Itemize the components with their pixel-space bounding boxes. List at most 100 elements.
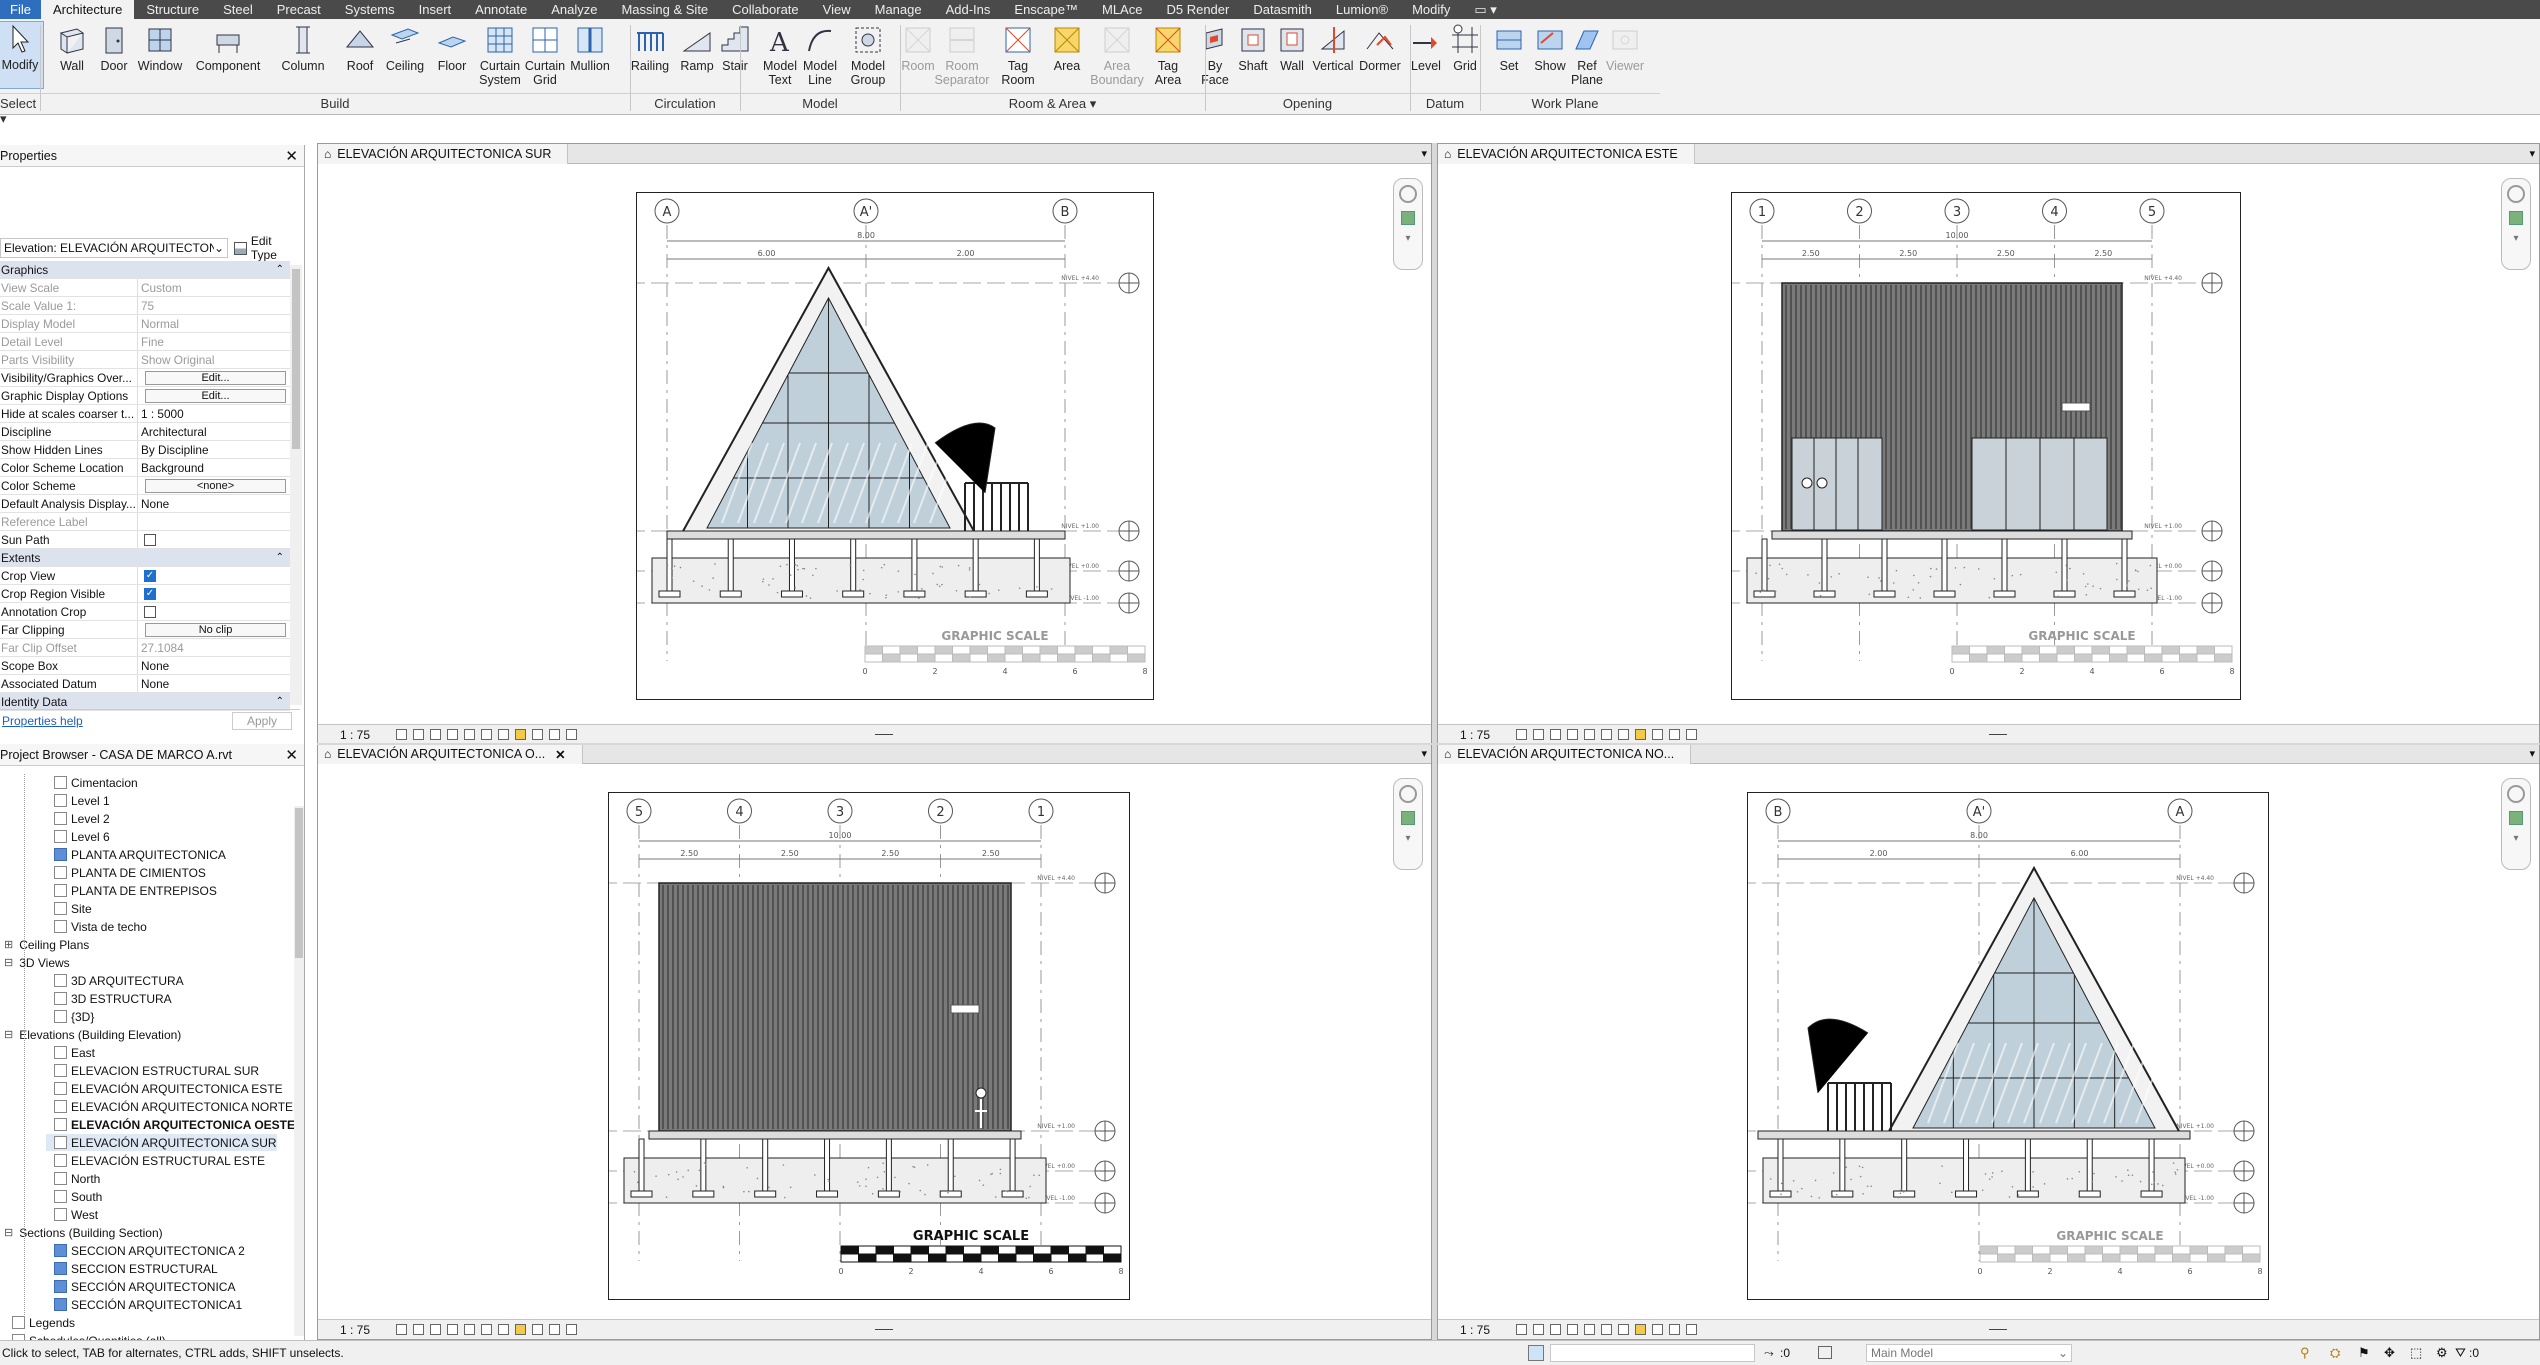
properties-scrollbar[interactable]: [290, 265, 302, 705]
property-value[interactable]: 1 : 5000: [138, 405, 290, 422]
browser-category[interactable]: ⊟ 3D Views: [4, 954, 70, 971]
menu-tab-14[interactable]: Enscape™: [1002, 0, 1090, 19]
property-edit-button[interactable]: <none>: [145, 479, 286, 493]
crop-region-icon[interactable]: [498, 1324, 509, 1335]
shadows-icon[interactable]: [1567, 1324, 1578, 1335]
property-value[interactable]: Edit...: [138, 387, 290, 404]
browser-category[interactable]: Legends: [4, 1314, 75, 1331]
view-tab[interactable]: ⌂ ELEVACIÓN ARQUITECTONICA O... ✕: [318, 744, 583, 764]
menu-tab-4[interactable]: Precast: [265, 0, 333, 19]
ribbon-vertical-button[interactable]: Vertical: [1309, 23, 1357, 73]
menu-tab-16[interactable]: D5 Render: [1154, 0, 1241, 19]
browser-item[interactable]: SECCIÓN ARQUITECTONICA1: [46, 1296, 242, 1313]
highlight-icon[interactable]: [1686, 729, 1697, 740]
browser-item[interactable]: South: [46, 1188, 102, 1205]
property-edit-button[interactable]: Edit...: [145, 371, 286, 385]
property-edit-button[interactable]: Edit...: [145, 389, 286, 403]
close-icon[interactable]: ✕: [555, 747, 565, 762]
sun-path-icon[interactable]: [430, 729, 441, 740]
browser-item[interactable]: North: [46, 1170, 100, 1187]
select-links-icon[interactable]: ⚲: [2300, 1345, 2310, 1361]
browser-category[interactable]: ⊟ Elevations (Building Elevation): [4, 1026, 181, 1043]
menu-tab-20[interactable]: ▭ ▾: [1462, 0, 1508, 19]
menu-tab-1[interactable]: Architecture: [41, 0, 134, 19]
viewport-elevation-norte[interactable]: ⌂ ELEVACIÓN ARQUITECTONICA NO... ▾ 1 : 75 ▾ B…: [1437, 743, 2540, 1340]
design-option-select[interactable]: Main Model ⌄: [1866, 1344, 2072, 1362]
reveal-hidden-icon[interactable]: [532, 729, 543, 740]
browser-item[interactable]: {3D}: [46, 1008, 94, 1025]
steering-wheel-icon[interactable]: [2507, 185, 2525, 203]
render-icon[interactable]: [464, 729, 475, 740]
temporary-hide-icon[interactable]: [515, 729, 526, 740]
properties-section-extents[interactable]: Extents ⌃: [0, 549, 290, 567]
menu-tab-2[interactable]: Structure: [134, 0, 211, 19]
browser-item[interactable]: Cimentacion: [46, 774, 138, 791]
property-value[interactable]: 75: [138, 297, 290, 314]
menu-tab-13[interactable]: Add-Ins: [934, 0, 1003, 19]
ribbon-model-group-button[interactable]: Model Group: [844, 23, 892, 87]
ribbon-grid-button[interactable]: Grid: [1441, 23, 1489, 73]
visual-style-icon[interactable]: [413, 1324, 424, 1335]
zoom-icon[interactable]: [2509, 211, 2523, 225]
ribbon-component-button[interactable]: Component: [204, 23, 252, 73]
ribbon-floor-button[interactable]: Floor: [428, 23, 476, 73]
nav-menu-icon[interactable]: ▾: [1394, 833, 1422, 844]
select-underlay-icon[interactable]: ⛭: [2330, 1345, 2340, 1361]
scroll-thumb[interactable]: [1989, 734, 2007, 735]
zoom-icon[interactable]: [1401, 811, 1415, 825]
browser-item[interactable]: Level 2: [46, 810, 110, 827]
visual-style-icon[interactable]: [1533, 1324, 1544, 1335]
ribbon-tag-room-button[interactable]: Tag Room: [994, 23, 1042, 87]
ribbon-curtain-grid-button[interactable]: Curtain Grid: [521, 23, 569, 87]
menu-tab-5[interactable]: Systems: [333, 0, 407, 19]
property-value[interactable]: Edit...: [138, 369, 290, 386]
sun-path-icon[interactable]: [1550, 1324, 1561, 1335]
nav-menu-icon[interactable]: ▾: [2502, 833, 2530, 844]
ribbon-door-button[interactable]: Door: [90, 23, 138, 73]
property-value[interactable]: <none>: [138, 477, 290, 494]
ribbon-wall-button[interactable]: Wall: [48, 23, 96, 73]
analytical-icon[interactable]: [1669, 1324, 1680, 1335]
select-pinned-icon[interactable]: ⚑: [2358, 1345, 2370, 1361]
steering-wheel-icon[interactable]: [1399, 185, 1417, 203]
steering-wheel-icon[interactable]: [2507, 785, 2525, 803]
ribbon-ceiling-button[interactable]: Ceiling: [381, 23, 429, 73]
menu-tab-7[interactable]: Annotate: [463, 0, 539, 19]
temporary-hide-icon[interactable]: [515, 1324, 526, 1335]
ribbon-model-line-button[interactable]: Model Line: [796, 23, 844, 87]
property-checkbox[interactable]: ✓: [144, 588, 156, 600]
highlight-icon[interactable]: [566, 729, 577, 740]
property-checkbox[interactable]: ✓: [144, 570, 156, 582]
browser-item[interactable]: SECCION ESTRUCTURAL: [46, 1260, 218, 1277]
filter-icon[interactable]: ⛛: [2455, 1345, 2466, 1361]
browser-item[interactable]: 3D ESTRUCTURA: [46, 990, 172, 1007]
viewport-splitter-v[interactable]: [1432, 143, 1437, 1340]
highlight-icon[interactable]: [566, 1324, 577, 1335]
ribbon-group-label[interactable]: Select ▾: [0, 96, 40, 127]
crop-view-icon[interactable]: [481, 1324, 492, 1335]
menu-tab-6[interactable]: Insert: [407, 0, 464, 19]
menu-tab-10[interactable]: Collaborate: [720, 0, 811, 19]
property-value[interactable]: [138, 531, 290, 548]
ribbon-window-button[interactable]: Window: [136, 23, 184, 73]
browser-item[interactable]: Site: [46, 900, 92, 917]
browser-item[interactable]: Vista de techo: [46, 918, 147, 935]
crop-view-icon[interactable]: [481, 729, 492, 740]
browser-item[interactable]: SECCIÓN ARQUITECTONICA: [46, 1278, 235, 1295]
property-value[interactable]: Normal: [138, 315, 290, 332]
steering-wheel-icon[interactable]: [1399, 785, 1417, 803]
ribbon-railing-button[interactable]: Railing: [626, 23, 674, 73]
detail-level-icon[interactable]: [1516, 729, 1527, 740]
property-value[interactable]: No clip: [138, 621, 290, 638]
menu-tab-17[interactable]: Datasmith: [1241, 0, 1324, 19]
highlight-icon[interactable]: [1686, 1324, 1697, 1335]
ribbon-stair-button[interactable]: Stair: [711, 23, 759, 73]
property-value[interactable]: By Discipline: [138, 441, 290, 458]
properties-help-link[interactable]: Properties help: [2, 714, 83, 728]
property-value[interactable]: 27.1084: [138, 639, 290, 656]
reveal-hidden-icon[interactable]: [1652, 729, 1663, 740]
menu-tab-9[interactable]: Massing & Site: [609, 0, 720, 19]
property-checkbox[interactable]: [144, 606, 156, 618]
browser-item[interactable]: 3D ARQUITECTURA: [46, 972, 184, 989]
edit-type-button[interactable]: Edit Type: [234, 234, 300, 262]
